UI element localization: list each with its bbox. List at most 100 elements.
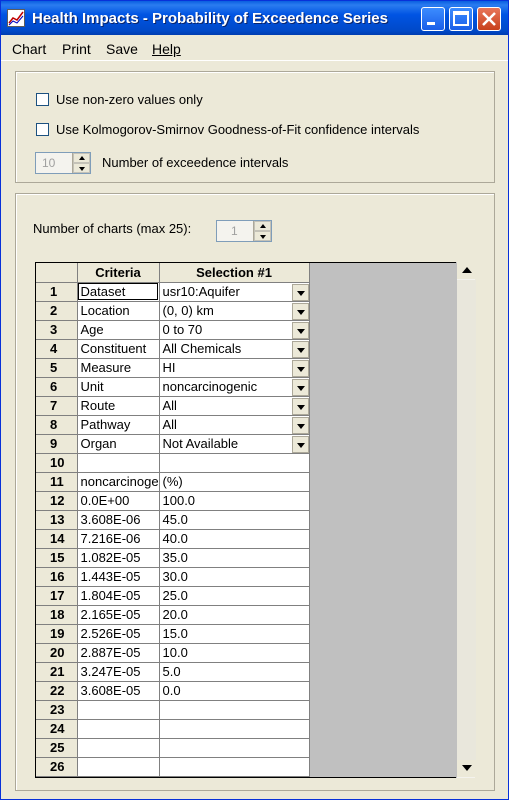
selection-cell[interactable]: All bbox=[159, 415, 310, 435]
row-number[interactable]: 20 bbox=[36, 643, 78, 663]
column-header[interactable]: Criteria bbox=[77, 263, 160, 283]
row-number[interactable]: 10 bbox=[36, 453, 78, 473]
criteria-cell[interactable] bbox=[77, 719, 160, 739]
criteria-cell[interactable] bbox=[77, 700, 160, 720]
criteria-cell[interactable]: Constituent bbox=[77, 339, 160, 359]
selection-cell[interactable]: 5.0 bbox=[159, 662, 310, 682]
column-header[interactable]: Selection #1 bbox=[159, 263, 310, 283]
criteria-cell[interactable]: Dataset bbox=[77, 282, 160, 302]
selection-cell[interactable]: All Chemicals bbox=[159, 339, 310, 359]
selection-cell[interactable]: (0, 0) km bbox=[159, 301, 310, 321]
criteria-cell[interactable]: 7.216E-06 bbox=[77, 529, 160, 549]
criteria-cell[interactable]: 3.608E-06 bbox=[77, 510, 160, 530]
intervals-stepper[interactable]: 10 bbox=[35, 152, 91, 174]
selection-cell[interactable]: usr10:Aquifer bbox=[159, 282, 310, 302]
criteria-cell[interactable]: 3.247E-05 bbox=[77, 662, 160, 682]
dropdown-button[interactable] bbox=[291, 321, 308, 338]
scroll-track[interactable] bbox=[457, 280, 476, 760]
vertical-scrollbar[interactable] bbox=[456, 262, 476, 778]
selection-cell[interactable] bbox=[159, 757, 310, 777]
criteria-cell[interactable]: 1.443E-05 bbox=[77, 567, 160, 587]
row-number[interactable]: 26 bbox=[36, 757, 78, 777]
intervals-down-button[interactable] bbox=[73, 163, 90, 173]
criteria-cell[interactable]: Location bbox=[77, 301, 160, 321]
dropdown-button[interactable] bbox=[291, 378, 308, 395]
row-number[interactable]: 16 bbox=[36, 567, 78, 587]
row-number[interactable]: 4 bbox=[36, 339, 78, 359]
row-number[interactable]: 17 bbox=[36, 586, 78, 606]
dropdown-button[interactable] bbox=[291, 435, 308, 452]
dropdown-button[interactable] bbox=[291, 359, 308, 376]
criteria-cell[interactable]: 2.887E-05 bbox=[77, 643, 160, 663]
menu-help[interactable]: Help bbox=[152, 41, 181, 57]
selection-cell[interactable]: 0.0 bbox=[159, 681, 310, 701]
title-bar[interactable]: Health Impacts - Probability of Exceeden… bbox=[1, 1, 508, 35]
selection-cell[interactable] bbox=[159, 719, 310, 739]
criteria-cell[interactable]: 0.0E+00 bbox=[77, 491, 160, 511]
selection-cell[interactable]: All bbox=[159, 396, 310, 416]
menu-save[interactable]: Save bbox=[106, 41, 138, 57]
scroll-up-button[interactable] bbox=[457, 262, 476, 279]
row-number[interactable]: 25 bbox=[36, 738, 78, 758]
criteria-cell[interactable]: Measure bbox=[77, 358, 160, 378]
dropdown-button[interactable] bbox=[291, 416, 308, 433]
selection-cell[interactable]: 20.0 bbox=[159, 605, 310, 625]
selection-cell[interactable]: 0 to 70 bbox=[159, 320, 310, 340]
criteria-cell[interactable]: Pathway bbox=[77, 415, 160, 435]
criteria-cell[interactable]: noncarcinogenic bbox=[77, 472, 160, 492]
criteria-cell[interactable] bbox=[77, 757, 160, 777]
maximize-button[interactable] bbox=[449, 7, 473, 31]
row-number[interactable]: 14 bbox=[36, 529, 78, 549]
nonzero-checkbox[interactable] bbox=[36, 93, 49, 106]
criteria-cell[interactable]: 3.608E-05 bbox=[77, 681, 160, 701]
dropdown-button[interactable] bbox=[291, 283, 308, 300]
selection-cell[interactable]: 25.0 bbox=[159, 586, 310, 606]
ks-checkbox[interactable] bbox=[36, 123, 49, 136]
selection-cell[interactable]: 40.0 bbox=[159, 529, 310, 549]
selection-cell[interactable]: HI bbox=[159, 358, 310, 378]
criteria-cell[interactable] bbox=[77, 453, 160, 473]
close-button[interactable] bbox=[477, 7, 501, 31]
selection-cell[interactable]: Not Available bbox=[159, 434, 310, 454]
selection-cell[interactable]: 15.0 bbox=[159, 624, 310, 644]
criteria-cell[interactable]: Route bbox=[77, 396, 160, 416]
criteria-grid[interactable]: Criteria Selection #1 1 Dataset usr10:Aqui… bbox=[35, 262, 475, 778]
selection-cell[interactable]: noncarcinogenic bbox=[159, 377, 310, 397]
criteria-cell[interactable] bbox=[77, 738, 160, 758]
row-number[interactable]: 23 bbox=[36, 700, 78, 720]
row-number[interactable]: 21 bbox=[36, 662, 78, 682]
dropdown-button[interactable] bbox=[291, 302, 308, 319]
criteria-cell[interactable]: Age bbox=[77, 320, 160, 340]
row-number[interactable]: 9 bbox=[36, 434, 78, 454]
row-number[interactable]: 24 bbox=[36, 719, 78, 739]
row-number[interactable]: 2 bbox=[36, 301, 78, 321]
row-number[interactable]: 3 bbox=[36, 320, 78, 340]
app-icon[interactable] bbox=[7, 9, 25, 27]
selection-cell[interactable] bbox=[159, 700, 310, 720]
criteria-cell[interactable]: 1.804E-05 bbox=[77, 586, 160, 606]
row-number[interactable]: 11 bbox=[36, 472, 78, 492]
selection-cell[interactable]: 30.0 bbox=[159, 567, 310, 587]
criteria-cell[interactable]: Unit bbox=[77, 377, 160, 397]
criteria-cell[interactable]: Organ bbox=[77, 434, 160, 454]
minimize-button[interactable] bbox=[421, 7, 445, 31]
menu-print[interactable]: Print bbox=[62, 41, 91, 57]
selection-cell[interactable]: 100.0 bbox=[159, 491, 310, 511]
selection-cell[interactable]: 10.0 bbox=[159, 643, 310, 663]
dropdown-button[interactable] bbox=[291, 340, 308, 357]
row-number[interactable]: 7 bbox=[36, 396, 78, 416]
charts-count-stepper[interactable]: 1 bbox=[216, 220, 272, 242]
row-number[interactable]: 1 bbox=[36, 282, 78, 302]
selection-cell[interactable] bbox=[159, 453, 310, 473]
row-number[interactable]: 18 bbox=[36, 605, 78, 625]
row-number[interactable]: 5 bbox=[36, 358, 78, 378]
intervals-up-button[interactable] bbox=[73, 153, 90, 163]
scroll-down-button[interactable] bbox=[457, 760, 476, 777]
row-number[interactable]: 13 bbox=[36, 510, 78, 530]
selection-cell[interactable]: 35.0 bbox=[159, 548, 310, 568]
dropdown-button[interactable] bbox=[291, 397, 308, 414]
selection-cell[interactable] bbox=[159, 738, 310, 758]
criteria-cell[interactable]: 2.526E-05 bbox=[77, 624, 160, 644]
selection-cell[interactable]: (%) bbox=[159, 472, 310, 492]
charts-down-button[interactable] bbox=[254, 231, 271, 241]
